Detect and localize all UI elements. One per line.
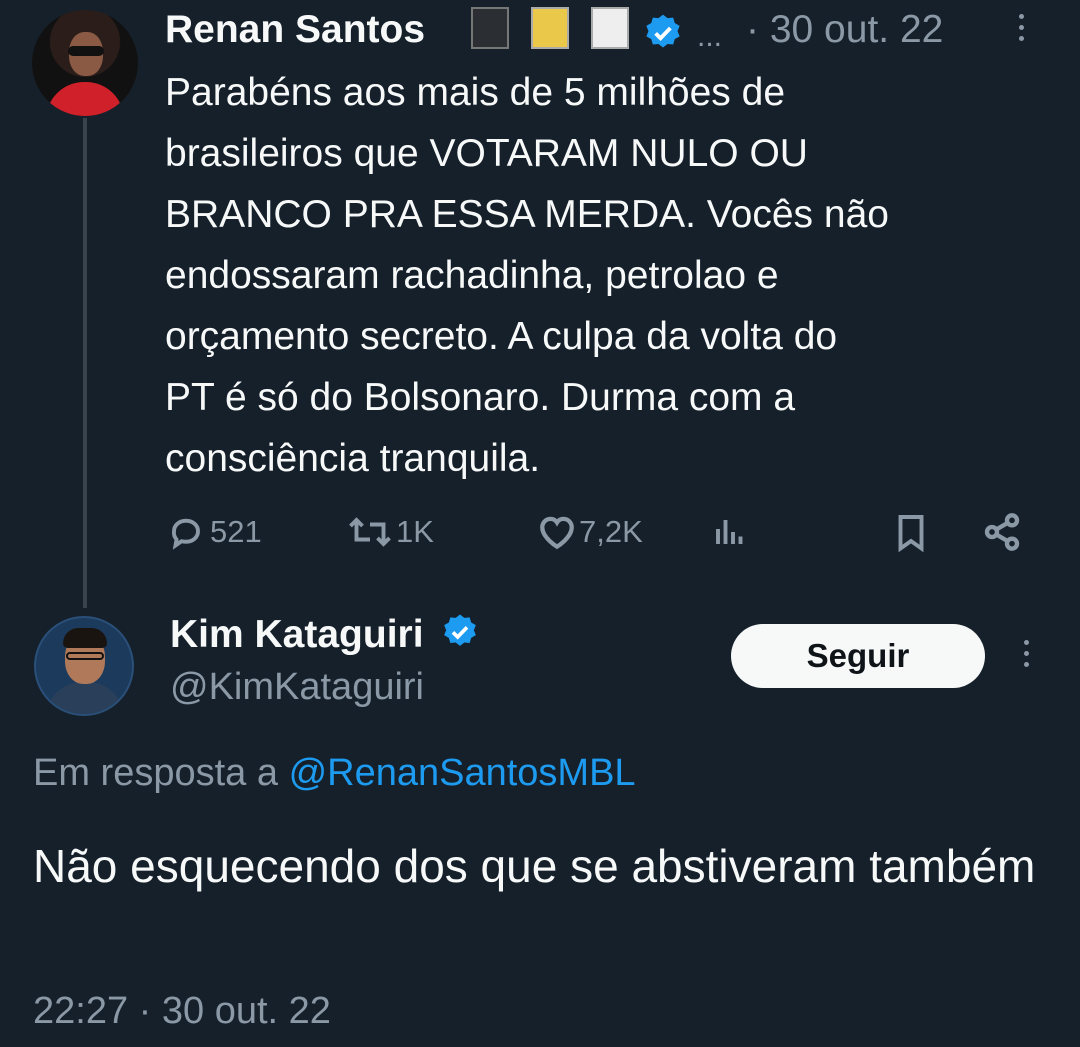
avatar-glasses	[66, 652, 104, 660]
avatar-kim-kataguiri[interactable]	[34, 616, 134, 716]
bookmark-icon	[898, 515, 924, 552]
follow-button[interactable]: Seguir	[731, 624, 985, 688]
verified-badge-icon	[642, 12, 684, 59]
reply-count: 521	[210, 514, 262, 549]
thread-connector-line	[83, 118, 87, 608]
avatar-hair	[63, 628, 107, 648]
share-action[interactable]	[982, 512, 1022, 552]
tweet-date[interactable]: · 30 out. 22	[746, 8, 943, 52]
avatar-shirt	[46, 82, 124, 116]
timestamp-separator: ·	[138, 990, 152, 1032]
tweet-text: Parabéns aos mais de 5 milhões de brasil…	[165, 71, 889, 480]
like-action[interactable]: 7,2K	[537, 512, 643, 552]
more-options-icon[interactable]	[1016, 14, 1026, 54]
flag-emoji-yellow	[530, 6, 570, 50]
reply-author-name[interactable]: Kim Kataguiri	[170, 612, 480, 662]
avatar-renan-santos[interactable]	[32, 10, 138, 116]
truncated-name-indicator: ...	[697, 20, 723, 53]
flag-emoji-black	[470, 6, 510, 50]
reply-author-handle[interactable]: @KimKataguiri	[170, 666, 424, 709]
verified-badge-icon	[440, 612, 480, 662]
reply-author-name-text: Kim Kataguiri	[170, 613, 424, 656]
retweet-action[interactable]: 1K	[346, 512, 434, 552]
reply-icon	[171, 518, 200, 550]
like-count: 7,2K	[579, 514, 643, 549]
tweet-date-text: 30 out. 22	[769, 8, 944, 51]
reply-timestamp[interactable]: 22:27 · 30 out. 22	[33, 990, 331, 1033]
date-separator: ·	[746, 8, 759, 51]
flag-emoji-white	[590, 6, 630, 50]
author-name[interactable]: Renan Santos	[165, 8, 425, 52]
reply-mention-link[interactable]: @RenanSantosMBL	[289, 752, 636, 794]
share-icon	[984, 513, 1020, 551]
avatar-suit	[46, 682, 124, 714]
retweet-icon	[349, 517, 391, 547]
reply-time: 22:27	[33, 990, 129, 1032]
views-action[interactable]	[712, 512, 748, 552]
reply-date: 30 out. 22	[161, 990, 331, 1032]
views-icon	[716, 520, 743, 544]
reply-action[interactable]: 521	[168, 512, 262, 552]
bookmark-action[interactable]	[893, 512, 929, 552]
reply-prefix: Em resposta a	[33, 752, 278, 794]
heart-icon	[540, 516, 574, 550]
retweet-count: 1K	[396, 514, 434, 549]
reply-tweet-text: Não esquecendo dos que se abstiveram tam…	[33, 840, 1036, 892]
reply-context: Em resposta a @RenanSantosMBL	[33, 752, 636, 795]
more-options-icon[interactable]	[1021, 640, 1031, 680]
avatar-sunglasses	[68, 46, 104, 56]
